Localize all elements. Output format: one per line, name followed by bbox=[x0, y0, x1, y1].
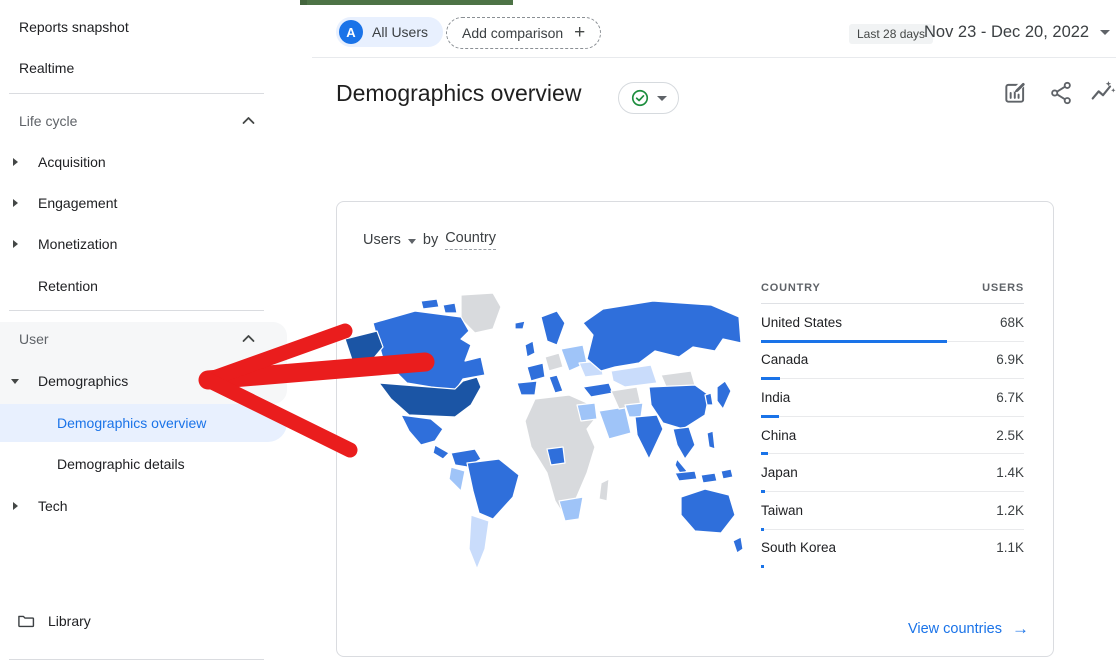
users-by-country-card: Users by Country bbox=[336, 201, 1054, 657]
country-name: Japan bbox=[761, 465, 798, 480]
sidebar-item-engagement[interactable]: Engagement bbox=[0, 183, 314, 223]
expand-arrow-icon[interactable] bbox=[13, 240, 18, 248]
sidebar-item-label: Engagement bbox=[38, 195, 117, 211]
section-label: Life cycle bbox=[19, 113, 77, 129]
sidebar-item-demographics-overview[interactable]: Demographics overview bbox=[0, 403, 333, 443]
country-name: India bbox=[761, 390, 790, 405]
users-value: 6.7K bbox=[996, 390, 1024, 405]
plus-icon: + bbox=[574, 23, 585, 42]
sidebar-item-library[interactable]: Library bbox=[48, 601, 324, 641]
add-comparison-button[interactable]: Add comparison + bbox=[446, 17, 601, 49]
share-icon[interactable] bbox=[1048, 80, 1074, 106]
segment-label: All Users bbox=[372, 24, 428, 40]
sidebar-item-label: Realtime bbox=[19, 60, 74, 76]
table-row[interactable]: India 6.7K bbox=[761, 379, 1024, 417]
ga4-reports-page: Reports snapshot Realtime Life cycle Acq… bbox=[0, 0, 1116, 671]
page-title: Demographics overview bbox=[336, 80, 581, 107]
reports-sidebar: Reports snapshot Realtime Life cycle Acq… bbox=[0, 0, 300, 671]
add-comparison-label: Add comparison bbox=[462, 25, 563, 41]
check-circle-icon bbox=[630, 88, 650, 108]
chevron-down-icon bbox=[657, 96, 667, 101]
header-divider bbox=[312, 57, 1116, 58]
collapse-arrow-icon[interactable] bbox=[11, 379, 19, 384]
date-range-picker[interactable]: Nov 23 - Dec 20, 2022 bbox=[924, 23, 1110, 42]
table-row[interactable]: China 2.5K bbox=[761, 417, 1024, 455]
sidebar-item-label: Library bbox=[48, 613, 91, 629]
view-countries-label: View countries bbox=[908, 621, 1002, 637]
users-value: 1.4K bbox=[996, 465, 1024, 480]
table-row[interactable]: Canada 6.9K bbox=[761, 342, 1024, 380]
chevron-down-icon[interactable] bbox=[408, 239, 416, 244]
sidebar-section-user[interactable]: User bbox=[0, 319, 295, 359]
table-row[interactable]: Taiwan 1.2K bbox=[761, 492, 1024, 530]
expand-arrow-icon[interactable] bbox=[13, 158, 18, 166]
expand-arrow-icon[interactable] bbox=[13, 502, 18, 510]
view-countries-link[interactable]: View countries → bbox=[908, 619, 1029, 639]
all-users-segment-chip[interactable]: A All Users bbox=[336, 17, 443, 47]
table-row[interactable]: Japan 1.4K bbox=[761, 454, 1024, 492]
chevron-up-icon[interactable] bbox=[242, 116, 255, 125]
sidebar-item-retention[interactable]: Retention bbox=[0, 266, 314, 306]
top-green-bar-right bbox=[307, 0, 513, 5]
expand-arrow-icon[interactable] bbox=[13, 199, 18, 207]
country-name: China bbox=[761, 428, 796, 443]
sidebar-item-tech[interactable]: Tech bbox=[0, 486, 314, 526]
users-value: 1.1K bbox=[996, 540, 1024, 555]
insights-icon[interactable] bbox=[1090, 80, 1116, 106]
customize-report-icon[interactable] bbox=[1002, 80, 1028, 106]
sidebar-item-label: Retention bbox=[38, 278, 98, 294]
chevron-down-icon bbox=[1100, 30, 1110, 35]
metric-selector[interactable]: Users bbox=[363, 232, 401, 248]
date-range-label: Nov 23 - Dec 20, 2022 bbox=[924, 23, 1089, 42]
sidebar-item-acquisition[interactable]: Acquisition bbox=[0, 142, 314, 182]
sidebar-item-demographics[interactable]: Demographics bbox=[0, 361, 314, 401]
sidebar-item-demographic-details[interactable]: Demographic details bbox=[0, 444, 333, 484]
sidebar-item-label: Monetization bbox=[38, 236, 117, 252]
users-value: 1.2K bbox=[996, 503, 1024, 518]
table-row[interactable]: United States 68K bbox=[761, 304, 1024, 342]
countries-table: COUNTRY USERS United States 68K Canada 6… bbox=[761, 282, 1024, 567]
dimension-selector[interactable]: Country bbox=[445, 230, 496, 250]
by-label: by bbox=[423, 232, 438, 248]
sidebar-item-label: Demographics bbox=[38, 373, 128, 389]
country-name: United States bbox=[761, 315, 842, 330]
sidebar-item-realtime[interactable]: Realtime bbox=[0, 48, 295, 88]
table-row[interactable]: South Korea 1.1K bbox=[761, 530, 1024, 568]
sidebar-section-life-cycle[interactable]: Life cycle bbox=[0, 101, 295, 141]
table-header-row: COUNTRY USERS bbox=[761, 282, 1024, 304]
segment-avatar: A bbox=[339, 20, 363, 44]
section-label: User bbox=[19, 331, 49, 347]
sidebar-item-label: Demographics overview bbox=[57, 415, 206, 431]
sidebar-divider bbox=[9, 93, 264, 94]
right-arrow-icon: → bbox=[1012, 619, 1029, 639]
sidebar-item-label: Reports snapshot bbox=[19, 19, 129, 35]
sidebar-divider bbox=[9, 310, 264, 311]
users-value: 6.9K bbox=[996, 352, 1024, 367]
sidebar-item-label: Acquisition bbox=[38, 154, 106, 170]
card-title: Users by Country bbox=[363, 230, 496, 250]
folder-icon bbox=[16, 611, 36, 631]
users-value: 68K bbox=[1000, 315, 1024, 330]
report-status-dropdown[interactable] bbox=[618, 82, 679, 114]
value-bar bbox=[761, 565, 764, 568]
world-map-choropleth[interactable] bbox=[343, 287, 751, 577]
country-name: South Korea bbox=[761, 540, 836, 555]
country-name: Taiwan bbox=[761, 503, 803, 518]
sidebar-divider bbox=[9, 659, 264, 660]
date-preset-badge: Last 28 days bbox=[849, 24, 933, 44]
sidebar-item-label: Demographic details bbox=[57, 456, 185, 472]
chevron-up-icon[interactable] bbox=[242, 334, 255, 343]
sidebar-item-reports-snapshot[interactable]: Reports snapshot bbox=[0, 7, 295, 47]
column-header-users[interactable]: USERS bbox=[982, 282, 1024, 294]
sidebar-item-label: Tech bbox=[38, 498, 68, 514]
users-value: 2.5K bbox=[996, 428, 1024, 443]
sidebar-item-monetization[interactable]: Monetization bbox=[0, 224, 314, 264]
country-name: Canada bbox=[761, 352, 808, 367]
column-header-country[interactable]: COUNTRY bbox=[761, 282, 821, 294]
